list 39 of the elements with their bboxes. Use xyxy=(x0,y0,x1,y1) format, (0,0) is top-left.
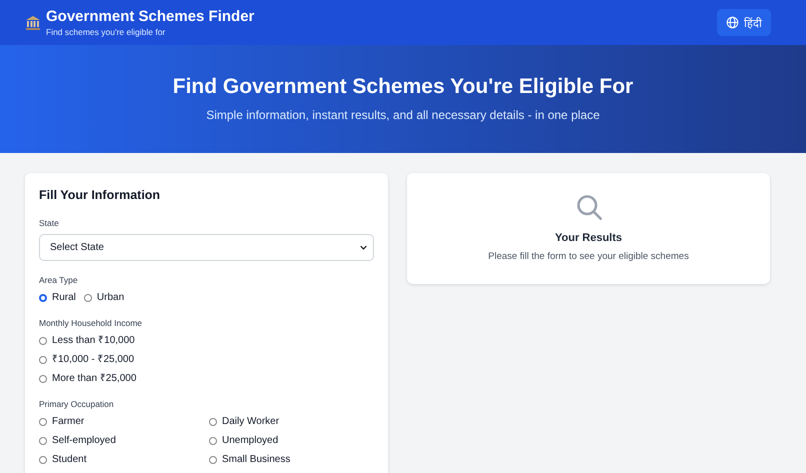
hero-title: Find Government Schemes You're Eligible For xyxy=(172,74,634,100)
app-subtitle: Find schemes you're eligible for xyxy=(46,26,166,38)
option-label: Daily Worker xyxy=(222,415,280,428)
option-label: Unemployed xyxy=(222,434,278,447)
option-label: ₹10,000 - ₹25,000 xyxy=(52,353,134,366)
state-select[interactable]: Select State xyxy=(39,234,374,261)
hero-subtitle: Simple information, instant results, and all necessary details - in one place xyxy=(205,108,601,122)
results-title: Your Results xyxy=(554,232,622,244)
option-label: Urban xyxy=(96,291,124,304)
app-title: Government Schemes Finder xyxy=(46,8,254,26)
language-button[interactable]: हिंदी xyxy=(717,9,771,36)
radio-button[interactable] xyxy=(209,418,217,426)
option-label: Self-employed xyxy=(52,434,116,447)
radio-button[interactable] xyxy=(39,294,47,302)
globe-icon xyxy=(726,16,739,29)
radio-button[interactable] xyxy=(39,418,47,426)
field-label: Area Type xyxy=(39,275,79,285)
option-label: More than ₹25,000 xyxy=(52,372,136,385)
option-label: Small Business xyxy=(222,453,290,466)
search-icon xyxy=(574,193,602,221)
option-label: Farmer xyxy=(52,415,84,428)
option-label: Student xyxy=(52,453,86,466)
results-message: Please fill the form to see your eligible schemes xyxy=(488,251,689,262)
radio-button[interactable] xyxy=(39,374,47,382)
radio-button[interactable] xyxy=(39,436,47,444)
radio-button[interactable] xyxy=(209,456,217,464)
radio-button[interactable] xyxy=(39,456,47,464)
form-title: Fill Your Information xyxy=(39,187,162,203)
radio-button[interactable] xyxy=(84,294,92,302)
chevron-down-icon xyxy=(360,245,367,250)
field-label: State xyxy=(39,218,60,228)
radio-button[interactable] xyxy=(39,356,47,364)
option-label: Rural xyxy=(52,291,76,304)
radio-button[interactable] xyxy=(39,336,47,344)
radio-button[interactable] xyxy=(209,436,217,444)
field-label: Monthly Household Income xyxy=(39,318,144,328)
field-label: Primary Occupation xyxy=(39,399,115,409)
option-label: Less than ₹10,000 xyxy=(52,334,135,347)
bank-icon xyxy=(25,14,41,30)
